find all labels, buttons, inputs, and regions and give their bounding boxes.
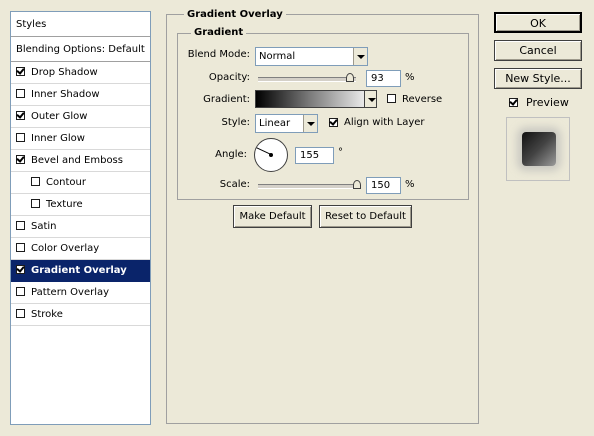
- gradient-picker-button[interactable]: [364, 90, 377, 108]
- scale-slider[interactable]: [258, 184, 360, 189]
- texture-label: Texture: [46, 199, 83, 210]
- angle-input[interactable]: 155: [295, 147, 334, 164]
- scale-label: Scale:: [219, 179, 250, 190]
- opacity-input[interactable]: 93: [366, 70, 401, 87]
- style-value: Linear: [259, 118, 291, 129]
- style-item-inner-shadow[interactable]: Inner Shadow: [11, 84, 150, 106]
- opacity-slider[interactable]: [258, 77, 356, 82]
- style-item-inner-glow[interactable]: Inner Glow: [11, 128, 150, 150]
- style-item-drop-shadow[interactable]: Drop Shadow: [11, 62, 150, 84]
- style-item-stroke[interactable]: Stroke: [11, 304, 150, 326]
- inner-glow-label: Inner Glow: [31, 133, 85, 144]
- color-overlay-label: Color Overlay: [31, 243, 100, 254]
- contour-checkbox[interactable]: [31, 176, 40, 186]
- chevron-down-icon: [365, 91, 376, 107]
- angle-center-dot: [269, 153, 273, 157]
- style-item-color-overlay[interactable]: Color Overlay: [11, 238, 150, 260]
- opacity-unit: %: [405, 72, 415, 83]
- bevel-emboss-label: Bevel and Emboss: [31, 155, 123, 166]
- new-style-button[interactable]: New Style...: [494, 68, 582, 89]
- align-with-layer-checkbox[interactable]: [329, 118, 338, 127]
- style-item-contour[interactable]: Contour: [11, 172, 150, 194]
- cancel-button[interactable]: Cancel: [494, 40, 582, 61]
- preview-thumbnail: [522, 132, 556, 166]
- scale-unit: %: [405, 179, 415, 190]
- style-item-bevel-emboss[interactable]: Bevel and Emboss: [11, 150, 150, 172]
- blend-mode-select[interactable]: Normal: [255, 47, 368, 66]
- reset-to-default-button[interactable]: Reset to Default: [319, 205, 412, 228]
- outer-glow-checkbox[interactable]: [16, 110, 25, 120]
- satin-label: Satin: [31, 221, 57, 232]
- opacity-slider-handle[interactable]: [346, 73, 354, 82]
- align-with-layer-label: Align with Layer: [344, 117, 425, 128]
- reverse-checkbox[interactable]: [387, 94, 396, 103]
- style-item-texture[interactable]: Texture: [11, 194, 150, 216]
- angle-label: Angle:: [215, 149, 247, 160]
- scale-slider-handle[interactable]: [353, 180, 361, 189]
- blending-options-item[interactable]: Blending Options: Default: [11, 37, 150, 62]
- angle-unit: °: [338, 147, 343, 158]
- blend-mode-label: Blend Mode:: [187, 49, 250, 60]
- color-overlay-checkbox[interactable]: [16, 242, 25, 252]
- stroke-checkbox[interactable]: [16, 308, 25, 318]
- styles-list: Styles Blending Options: Default Drop Sh…: [10, 11, 151, 425]
- make-default-button[interactable]: Make Default: [233, 205, 312, 228]
- style-select[interactable]: Linear: [255, 114, 318, 133]
- chevron-down-icon[interactable]: [303, 115, 317, 132]
- blend-mode-value: Normal: [259, 51, 296, 62]
- preview-checkbox[interactable]: [509, 98, 518, 107]
- inner-shadow-label: Inner Shadow: [31, 89, 100, 100]
- styles-header[interactable]: Styles: [11, 12, 150, 37]
- inner-glow-checkbox[interactable]: [16, 132, 25, 142]
- bevel-emboss-checkbox[interactable]: [16, 154, 25, 164]
- style-item-gradient-overlay[interactable]: Gradient Overlay: [11, 260, 150, 282]
- style-item-satin[interactable]: Satin: [11, 216, 150, 238]
- preview-label: Preview: [526, 96, 569, 109]
- stroke-label: Stroke: [31, 309, 63, 320]
- gradient-overlay-label: Gradient Overlay: [31, 265, 127, 276]
- panel-title: Gradient Overlay: [184, 9, 286, 20]
- ok-button[interactable]: OK: [494, 12, 582, 33]
- outer-glow-label: Outer Glow: [31, 111, 88, 122]
- contour-label: Contour: [46, 177, 86, 188]
- pattern-overlay-label: Pattern Overlay: [31, 287, 110, 298]
- opacity-label: Opacity:: [208, 72, 250, 83]
- reverse-label: Reverse: [402, 94, 443, 105]
- group-title: Gradient: [191, 27, 247, 38]
- scale-input[interactable]: 150: [366, 177, 401, 194]
- texture-checkbox[interactable]: [31, 198, 40, 208]
- drop-shadow-label: Drop Shadow: [31, 67, 98, 78]
- style-item-pattern-overlay[interactable]: Pattern Overlay: [11, 282, 150, 304]
- drop-shadow-checkbox[interactable]: [16, 66, 25, 76]
- style-preview: [506, 117, 570, 181]
- style-label: Style:: [221, 117, 251, 128]
- gradient-overlay-checkbox[interactable]: [16, 264, 25, 274]
- inner-shadow-checkbox[interactable]: [16, 88, 25, 98]
- pattern-overlay-checkbox[interactable]: [16, 286, 25, 296]
- gradient-label: Gradient:: [203, 94, 250, 105]
- gradient-swatch[interactable]: [255, 90, 376, 108]
- style-item-outer-glow[interactable]: Outer Glow: [11, 106, 150, 128]
- satin-checkbox[interactable]: [16, 220, 25, 230]
- chevron-down-icon[interactable]: [353, 48, 367, 65]
- angle-dial[interactable]: [254, 138, 288, 172]
